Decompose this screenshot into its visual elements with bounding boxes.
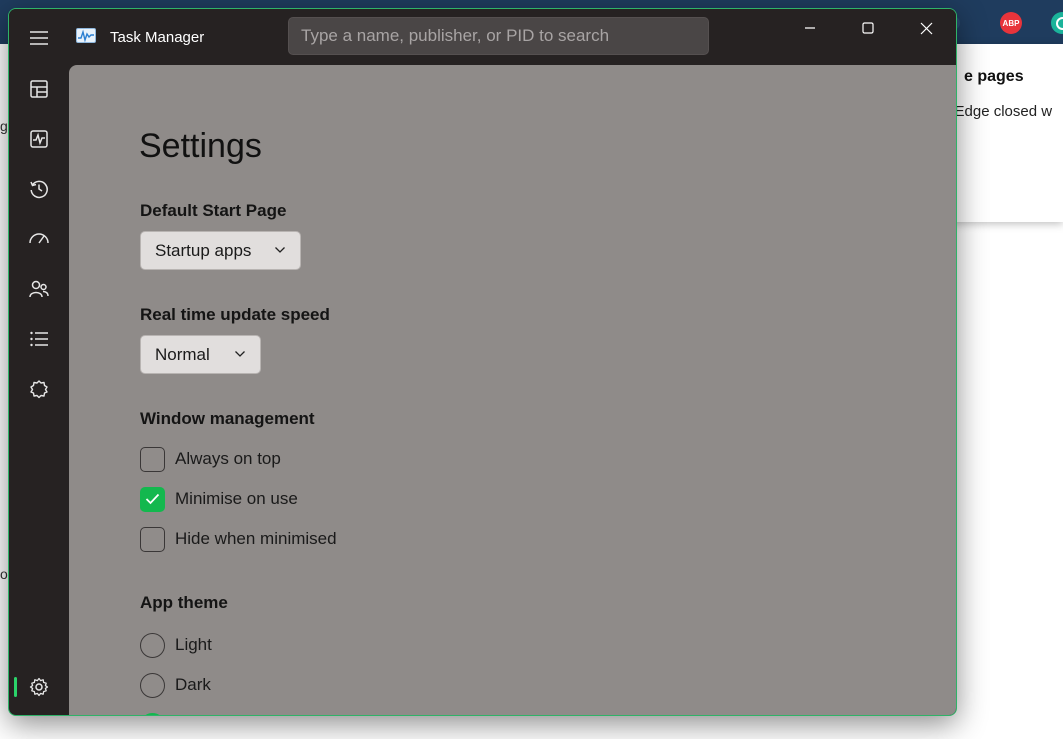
text-fragment: o <box>0 566 8 582</box>
app-history-icon <box>30 180 48 199</box>
checkbox-box[interactable] <box>140 526 165 552</box>
chevron-down-icon <box>275 247 285 253</box>
checkbox-box-checked[interactable] <box>140 486 165 512</box>
update-speed-dropdown[interactable]: Normal <box>140 335 261 374</box>
theme-light-radio[interactable]: Light <box>140 632 212 658</box>
users-icon <box>29 280 49 298</box>
hide-when-minimised-checkbox[interactable]: Hide when minimised <box>140 526 337 552</box>
background-flyout-panel: e pages ft Edge closed w <box>942 44 1063 222</box>
navigation-pane <box>9 9 69 715</box>
details-icon <box>30 331 48 347</box>
settings-page: Settings Default Start Page Startup apps… <box>69 65 956 715</box>
flyout-title: e pages <box>964 68 1024 85</box>
hide-when-minimised-label: Hide when minimised <box>175 529 337 548</box>
adblock-plus-label: ABP <box>1002 18 1020 28</box>
default-start-page-label: Default Start Page <box>140 201 287 220</box>
app-theme-label: App theme <box>140 593 228 612</box>
theme-light-label: Light <box>175 635 212 654</box>
radio-circle[interactable] <box>140 632 165 658</box>
chevron-down-icon <box>235 351 245 357</box>
maximize-button[interactable] <box>839 9 897 47</box>
startup-apps-icon <box>29 233 49 244</box>
title-bar[interactable]: Task Manager <box>9 9 956 65</box>
nav-item-performance[interactable] <box>9 119 69 159</box>
nav-item-startup-apps[interactable] <box>9 219 69 259</box>
nav-item-details[interactable] <box>9 319 69 359</box>
minimise-on-use-label: Minimise on use <box>175 489 298 508</box>
nav-item-users[interactable] <box>9 269 69 309</box>
hamburger-icon <box>30 31 48 45</box>
checkmark-icon <box>145 493 160 505</box>
window-management-label: Window management <box>140 409 315 428</box>
default-start-page-dropdown[interactable]: Startup apps <box>140 231 301 270</box>
services-icon <box>30 380 48 399</box>
text-fragment: g <box>0 118 8 134</box>
settings-gear-icon <box>29 677 49 697</box>
update-speed-label: Real time update speed <box>140 305 330 324</box>
minimize-icon <box>805 27 815 29</box>
grammarly-icon[interactable] <box>1051 12 1063 34</box>
minimise-on-use-checkbox[interactable]: Minimise on use <box>140 486 298 512</box>
task-manager-window: Task Manager Type a name, publisher, or … <box>8 8 957 716</box>
performance-icon <box>30 130 48 148</box>
checkbox-box[interactable] <box>140 446 165 472</box>
theme-dark-label: Dark <box>175 675 211 694</box>
update-speed-value: Normal <box>155 344 210 364</box>
processes-icon <box>30 80 48 98</box>
nav-item-settings[interactable] <box>9 667 69 707</box>
nav-item-processes[interactable] <box>9 69 69 109</box>
always-on-top-label: Always on top <box>175 449 281 468</box>
default-start-page-value: Startup apps <box>155 240 252 260</box>
adblock-plus-icon[interactable]: ABP <box>1000 12 1022 34</box>
close-button[interactable] <box>897 9 955 47</box>
close-icon <box>920 22 932 34</box>
nav-item-app-history[interactable] <box>9 169 69 209</box>
window-title: Task Manager <box>110 29 205 46</box>
theme-dark-radio[interactable]: Dark <box>140 672 211 698</box>
radio-circle-checked[interactable] <box>140 712 165 715</box>
minimize-button[interactable] <box>781 9 839 47</box>
hamburger-menu-button[interactable] <box>9 18 69 58</box>
page-title: Settings <box>139 127 262 165</box>
radio-circle[interactable] <box>140 672 165 698</box>
flyout-text: ft Edge closed w <box>942 103 1053 120</box>
theme-system-radio[interactable] <box>140 712 175 715</box>
search-input[interactable] <box>288 17 709 55</box>
task-manager-app-icon <box>76 28 96 43</box>
maximize-icon <box>862 22 874 34</box>
nav-item-services[interactable] <box>9 369 69 409</box>
always-on-top-checkbox[interactable]: Always on top <box>140 446 281 472</box>
